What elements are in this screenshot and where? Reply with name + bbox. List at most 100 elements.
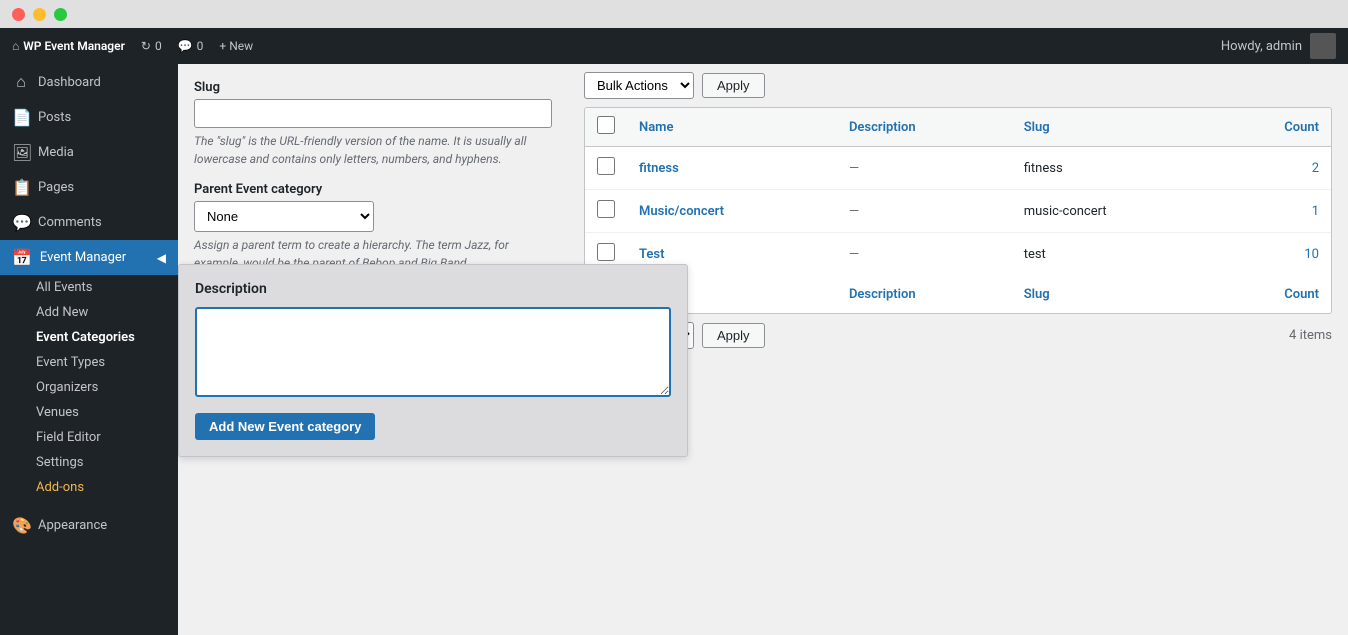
row-name-link[interactable]: Test xyxy=(639,247,664,262)
sidebar-item-organizers[interactable]: Organizers xyxy=(0,375,178,400)
table-row: Test — test 10 xyxy=(585,233,1331,276)
comments-icon: 💬 xyxy=(178,39,193,53)
sidebar-item-add-new[interactable]: Add New xyxy=(0,300,178,325)
description-popup: Description Add New Event category xyxy=(178,264,688,457)
row-slug: fitness xyxy=(1012,147,1218,190)
sidebar-item-add-ons[interactable]: Add-ons xyxy=(0,475,178,500)
pages-icon: 📋 xyxy=(12,178,30,197)
col-footer-description[interactable]: Description xyxy=(837,275,1012,313)
updates-icon: ↻ xyxy=(141,39,151,53)
admin-bar-new[interactable]: + New xyxy=(219,39,253,53)
site-name: WP Event Manager xyxy=(23,39,125,53)
appearance-icon: 🎨 xyxy=(12,516,30,535)
avatar[interactable] xyxy=(1310,33,1336,59)
sidebar-item-label: Appearance xyxy=(38,518,107,533)
comments-nav-icon: 💬 xyxy=(12,213,30,232)
slug-label: Slug xyxy=(194,80,552,95)
parent-label: Parent Event category xyxy=(194,182,552,197)
table-row: fitness — fitness 2 xyxy=(585,147,1331,190)
row-count: 1 xyxy=(1218,190,1331,233)
col-header-description[interactable]: Description xyxy=(837,108,1012,147)
sidebar-item-media[interactable]: 🖼 Media xyxy=(0,135,178,170)
row-name-link[interactable]: Music/concert xyxy=(639,204,724,219)
close-button[interactable] xyxy=(12,8,25,21)
slug-hint: The "slug" is the URL-friendly version o… xyxy=(194,132,552,168)
title-bar xyxy=(0,0,1348,28)
row-count: 10 xyxy=(1218,233,1331,276)
updates-count: 0 xyxy=(155,39,162,53)
sidebar-item-event-types[interactable]: Event Types xyxy=(0,350,178,375)
row-name-link[interactable]: fitness xyxy=(639,161,679,176)
parent-select[interactable]: None xyxy=(194,201,374,232)
dashboard-icon: ⌂ xyxy=(12,72,30,92)
comments-count: 0 xyxy=(197,39,204,53)
media-icon: 🖼 xyxy=(12,143,30,162)
categories-table: Name Description Slug Count xyxy=(585,108,1331,313)
bulk-action-bar-top: Bulk Actions Delete Apply xyxy=(584,64,1332,107)
sidebar-item-label: Pages xyxy=(38,180,74,195)
sidebar-item-pages[interactable]: 📋 Pages xyxy=(0,170,178,205)
sidebar: ⌂ Dashboard 📄 Posts 🖼 Media 📋 Pages 💬 Co… xyxy=(0,64,178,635)
table-row: Music/concert — music-concert 1 xyxy=(585,190,1331,233)
sidebar-item-comments[interactable]: 💬 Comments xyxy=(0,205,178,240)
col-footer-slug[interactable]: Slug xyxy=(1012,275,1218,313)
event-manager-label: Event Manager xyxy=(40,250,126,265)
home-icon: ⌂ xyxy=(12,39,19,53)
table-footer-row: Name Description Slug Count xyxy=(585,275,1331,313)
minimize-button[interactable] xyxy=(33,8,46,21)
bulk-select-top[interactable]: Bulk Actions Delete xyxy=(584,72,694,99)
sidebar-item-appearance[interactable]: 🎨 Appearance xyxy=(0,508,178,543)
main-content: Slug The "slug" is the URL-friendly vers… xyxy=(178,64,1348,635)
parent-section: Parent Event category None Assign a pare… xyxy=(194,182,552,272)
row-checkbox[interactable] xyxy=(597,243,615,261)
row-slug: test xyxy=(1012,233,1218,276)
select-all-checkbox[interactable] xyxy=(597,116,615,134)
row-slug: music-concert xyxy=(1012,190,1218,233)
slug-input[interactable] xyxy=(194,99,552,128)
col-header-slug[interactable]: Slug xyxy=(1012,108,1218,147)
col-header-count[interactable]: Count xyxy=(1218,108,1331,147)
description-textarea[interactable] xyxy=(195,307,671,397)
row-name: fitness xyxy=(627,147,837,190)
sidebar-item-event-categories[interactable]: Event Categories xyxy=(0,325,178,350)
description-label: Description xyxy=(195,281,671,297)
sidebar-item-dashboard[interactable]: ⌂ Dashboard xyxy=(0,64,178,100)
event-manager-group: 📅 Event Manager ◀ All Events Add New Eve… xyxy=(0,240,178,500)
items-count: 4 items xyxy=(1289,320,1332,351)
row-checkbox[interactable] xyxy=(597,157,615,175)
table-wrapper: Name Description Slug Count xyxy=(584,107,1332,314)
posts-icon: 📄 xyxy=(12,108,30,127)
admin-bar: ⌂ WP Event Manager ↻ 0 💬 0 + New Howdy, … xyxy=(0,28,1348,64)
event-manager-header[interactable]: 📅 Event Manager ◀ xyxy=(0,240,178,275)
sidebar-item-label: Comments xyxy=(38,215,102,230)
sidebar-item-venues[interactable]: Venues xyxy=(0,400,178,425)
row-checkbox[interactable] xyxy=(597,200,615,218)
col-header-name[interactable]: Name xyxy=(627,108,837,147)
form-panel: Slug The "slug" is the URL-friendly vers… xyxy=(178,64,568,635)
sidebar-item-posts[interactable]: 📄 Posts xyxy=(0,100,178,135)
sidebar-item-label: Media xyxy=(38,145,74,160)
sidebar-item-settings[interactable]: Settings xyxy=(0,450,178,475)
col-footer-count[interactable]: Count xyxy=(1218,275,1331,313)
admin-bar-comments[interactable]: 💬 0 xyxy=(178,39,204,53)
sidebar-item-field-editor[interactable]: Field Editor xyxy=(0,425,178,450)
new-label: + New xyxy=(219,39,253,53)
collapse-icon: ◀ xyxy=(157,251,166,265)
slug-section: Slug The "slug" is the URL-friendly vers… xyxy=(194,80,552,168)
row-description: — xyxy=(837,147,1012,190)
event-manager-icon: 📅 xyxy=(12,248,32,267)
add-new-button[interactable]: Add New Event category xyxy=(195,413,375,440)
sidebar-item-label: Posts xyxy=(38,110,71,125)
howdy-text: Howdy, admin xyxy=(1221,39,1302,54)
admin-bar-updates[interactable]: ↻ 0 xyxy=(141,39,162,53)
apply-button-top[interactable]: Apply xyxy=(702,73,765,98)
row-name: Music/concert xyxy=(627,190,837,233)
row-description: — xyxy=(837,233,1012,276)
apply-button-bottom[interactable]: Apply xyxy=(702,323,765,348)
maximize-button[interactable] xyxy=(54,8,67,21)
sidebar-item-label: Dashboard xyxy=(38,75,101,90)
admin-bar-site[interactable]: ⌂ WP Event Manager xyxy=(12,39,125,53)
table-header-row: Name Description Slug Count xyxy=(585,108,1331,147)
row-description: — xyxy=(837,190,1012,233)
sidebar-item-all-events[interactable]: All Events xyxy=(0,275,178,300)
